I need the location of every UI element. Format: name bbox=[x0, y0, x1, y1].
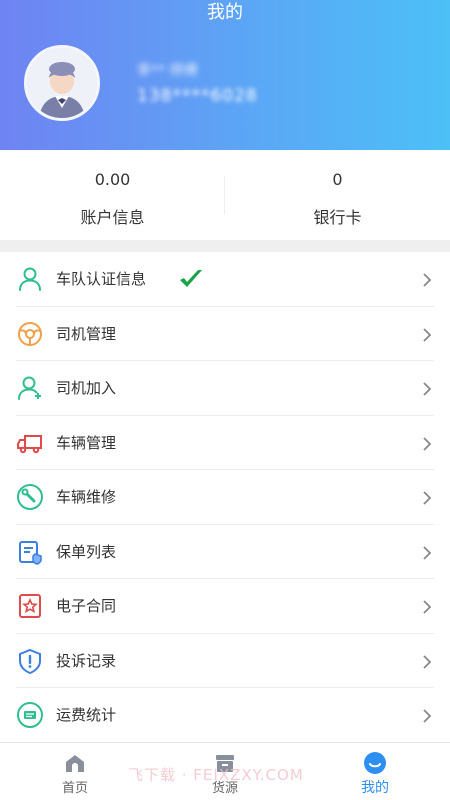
chevron-right-icon bbox=[422, 599, 432, 615]
chevron-right-icon bbox=[422, 654, 432, 670]
stats-divider bbox=[224, 176, 225, 214]
smile-profile-icon bbox=[363, 751, 387, 775]
section-gap bbox=[0, 240, 450, 252]
wrench-icon bbox=[16, 483, 44, 511]
menu-list: 车队认证信息 司机管理 司机加入 车辆管理 车辆维修 保单列表 电子合同 投诉记… bbox=[0, 252, 450, 743]
truck-icon bbox=[16, 429, 44, 457]
menu-item-label: 电子合同 bbox=[56, 597, 117, 615]
chevron-right-icon bbox=[422, 436, 432, 452]
home-icon bbox=[63, 751, 87, 775]
chevron-right-icon bbox=[422, 327, 432, 343]
menu-item-label: 运费统计 bbox=[56, 706, 117, 724]
account-stats: 0.00 账户信息 0 银行卡 bbox=[0, 150, 450, 240]
bank-card-label: 银行卡 bbox=[313, 208, 362, 227]
menu-item-complaint-records[interactable]: 投诉记录 bbox=[0, 634, 450, 689]
driver-avatar-icon bbox=[27, 48, 97, 118]
tab-label: 我的 bbox=[361, 780, 389, 796]
menu-item-policy-list[interactable]: 保单列表 bbox=[0, 525, 450, 580]
person-outline-icon bbox=[16, 265, 44, 293]
shield-exclamation-icon bbox=[16, 647, 44, 675]
menu-item-label: 司机加入 bbox=[56, 379, 117, 397]
menu-item-vehicle-repair[interactable]: 车辆维修 bbox=[0, 470, 450, 525]
user-phone: 138****6028 bbox=[137, 86, 258, 106]
menu-item-label: 车辆维修 bbox=[56, 488, 117, 506]
chevron-right-icon bbox=[422, 381, 432, 397]
steering-wheel-icon bbox=[16, 320, 44, 348]
profile-header: 我的 李** 师傅 138****6028 bbox=[0, 0, 450, 150]
account-balance-value: 0.00 bbox=[94, 170, 131, 189]
menu-item-label: 投诉记录 bbox=[56, 651, 117, 670]
bank-card-count: 0 bbox=[332, 170, 343, 189]
menu-item-vehicle-management[interactable]: 车辆管理 bbox=[0, 416, 450, 471]
bank-card-stat[interactable]: 0 银行卡 bbox=[225, 150, 450, 240]
page-title: 我的 bbox=[207, 2, 243, 23]
contract-star-icon bbox=[16, 592, 44, 620]
menu-item-label: 车辆管理 bbox=[56, 433, 117, 452]
menu-item-fleet-certification[interactable]: 车队认证信息 bbox=[0, 252, 450, 307]
chevron-right-icon bbox=[422, 545, 432, 561]
person-add-icon bbox=[16, 374, 44, 402]
menu-item-label: 车队认证信息 bbox=[56, 270, 147, 288]
watermark: 飞下载 · FEIXZXY.COM bbox=[128, 766, 304, 784]
policy-document-icon bbox=[16, 538, 44, 566]
menu-item-driver-join[interactable]: 司机加入 bbox=[0, 361, 450, 416]
menu-item-driver-management[interactable]: 司机管理 bbox=[0, 307, 450, 362]
tab-mine[interactable]: 我的 bbox=[300, 743, 450, 800]
menu-item-label: 保单列表 bbox=[56, 542, 117, 561]
freight-statistics-icon bbox=[16, 701, 44, 729]
account-info-label: 账户信息 bbox=[80, 208, 145, 227]
menu-item-freight-statistics[interactable]: 运费统计 bbox=[0, 688, 450, 743]
verified-check-icon bbox=[178, 267, 204, 291]
account-info-stat[interactable]: 0.00 账户信息 bbox=[0, 150, 225, 240]
menu-item-e-contract[interactable]: 电子合同 bbox=[0, 579, 450, 634]
avatar[interactable] bbox=[24, 45, 100, 121]
chevron-right-icon bbox=[422, 272, 432, 288]
profile-page: 我的 李** 师傅 138****6028 0.00 账户信息 0 银行卡 车队… bbox=[0, 0, 450, 800]
menu-item-label: 司机管理 bbox=[56, 324, 117, 343]
chevron-right-icon bbox=[422, 490, 432, 506]
user-name: 李** 师傅 bbox=[137, 63, 198, 79]
chevron-right-icon bbox=[422, 708, 432, 724]
